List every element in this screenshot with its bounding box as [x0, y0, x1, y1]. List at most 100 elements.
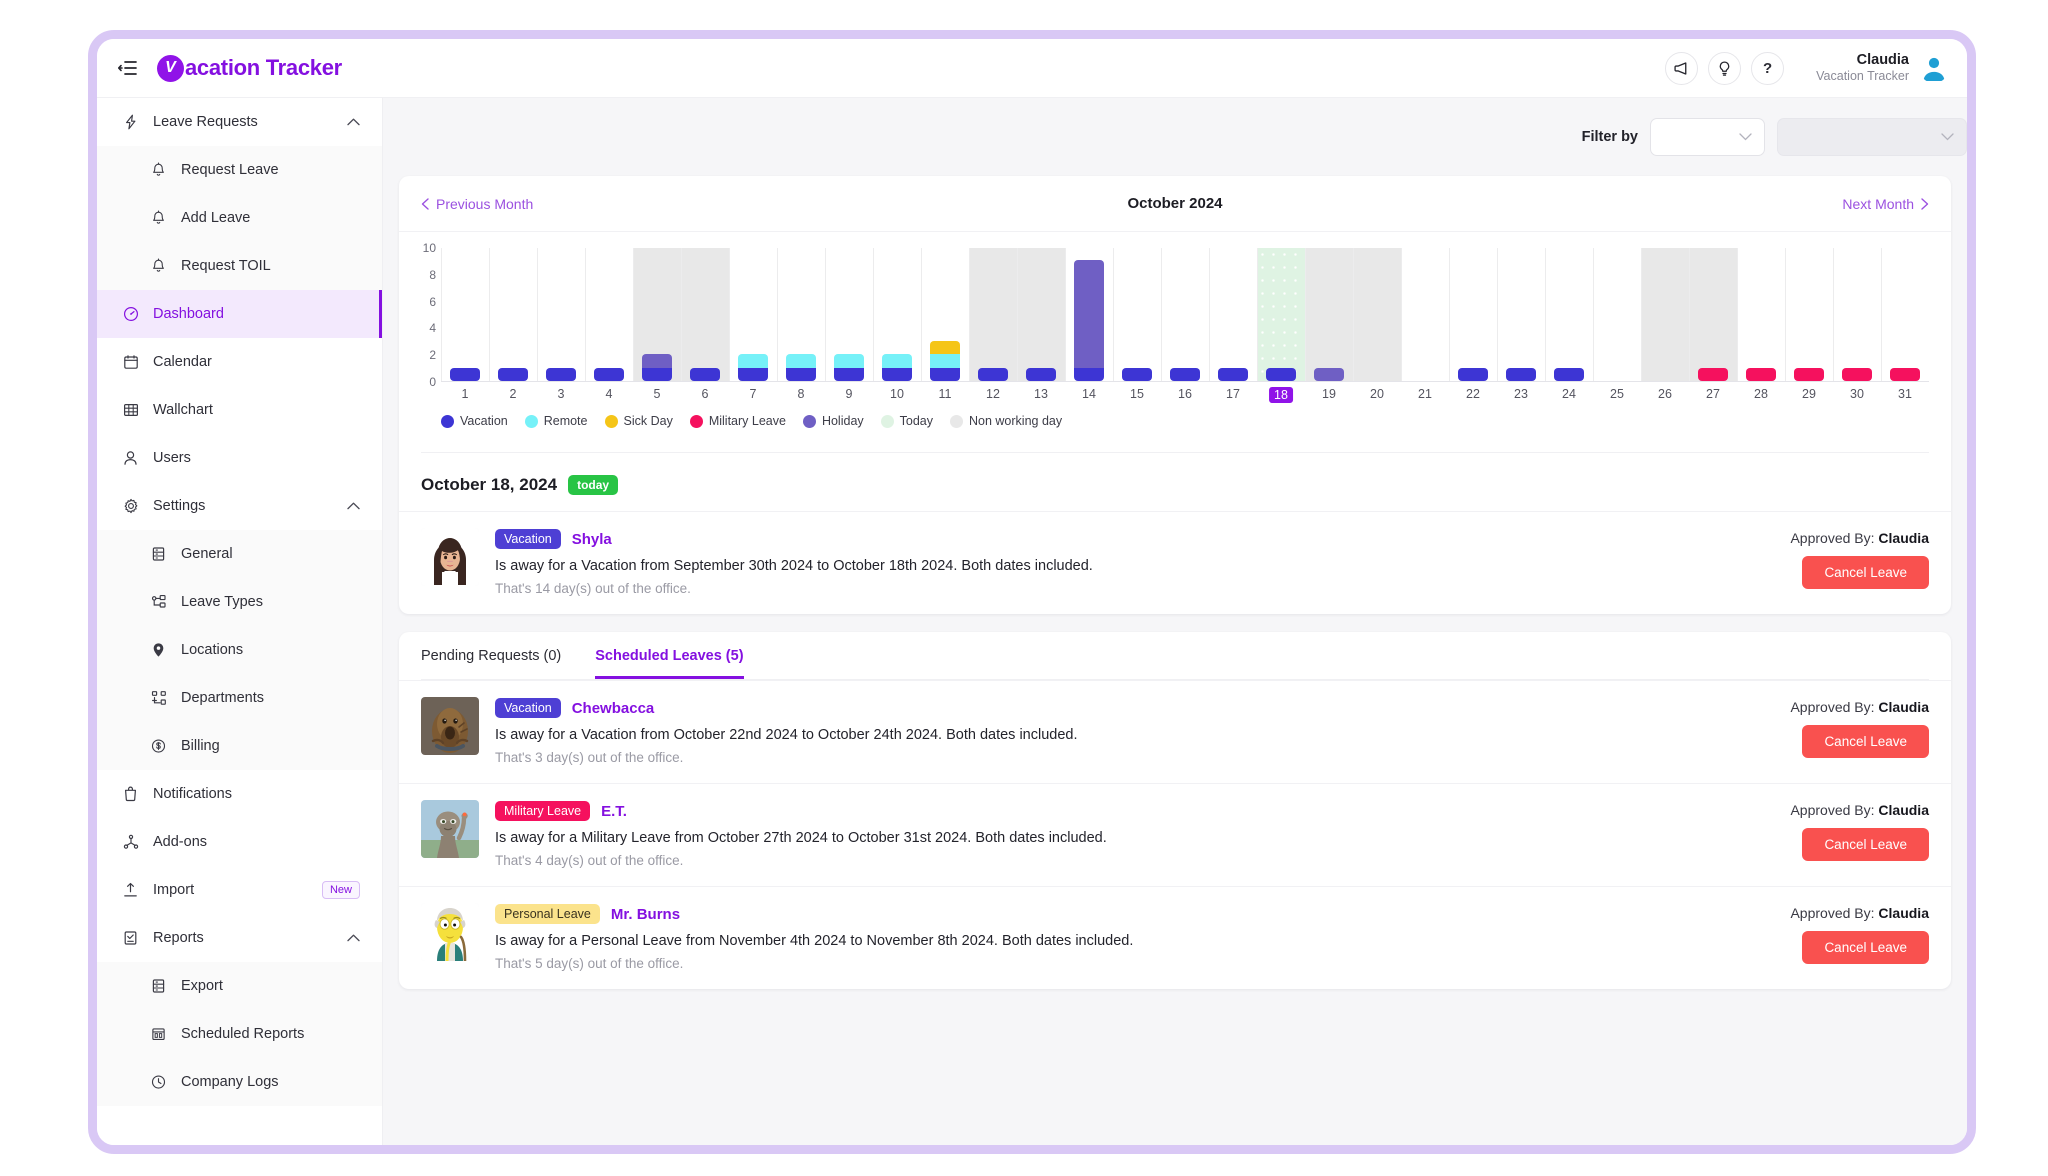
day-bar[interactable]: [1506, 367, 1536, 381]
sidebar-item-scheduled-reports[interactable]: Scheduled Reports: [97, 1010, 382, 1058]
day-bar[interactable]: [1794, 367, 1824, 381]
day-bar[interactable]: [1842, 367, 1872, 381]
sidebar-item-label: Calendar: [153, 354, 212, 370]
day-bar[interactable]: [978, 367, 1008, 381]
sidebar-item-locations[interactable]: Locations: [97, 626, 382, 674]
day-bar[interactable]: [1122, 367, 1152, 381]
sidebar-item-billing[interactable]: Billing: [97, 722, 382, 770]
approved-by-label: Approved By:: [1790, 802, 1875, 818]
sidebar-item-add-ons[interactable]: Add-ons: [97, 818, 382, 866]
sidebar-item-request-leave[interactable]: Request Leave: [97, 146, 382, 194]
day-bar[interactable]: [882, 354, 912, 381]
day-bar[interactable]: [498, 367, 528, 381]
lightbulb-icon[interactable]: [1708, 51, 1742, 85]
day-bar[interactable]: [1890, 367, 1920, 381]
cancel-leave-button[interactable]: Cancel Leave: [1802, 931, 1929, 964]
gridline: [489, 248, 490, 381]
list-box-icon: [149, 978, 168, 994]
day-bar[interactable]: [642, 354, 672, 381]
chevron-up-icon[interactable]: [347, 502, 360, 510]
sidebar-item-request-toil[interactable]: Request TOIL: [97, 242, 382, 290]
gear-icon: [121, 498, 140, 514]
legend-item[interactable]: Military Leave: [689, 414, 786, 428]
x-axis-tick: 9: [845, 387, 853, 401]
cancel-leave-button[interactable]: Cancel Leave: [1802, 828, 1929, 861]
day-bar[interactable]: [1170, 367, 1200, 381]
leave-user-name[interactable]: Mr. Burns: [611, 906, 680, 923]
gridline: [1641, 248, 1642, 381]
sidebar-item-general[interactable]: General: [97, 530, 382, 578]
leave-user-name[interactable]: Chewbacca: [572, 700, 655, 717]
sidebar-item-calendar[interactable]: Calendar: [97, 338, 382, 386]
day-bar[interactable]: [594, 367, 624, 381]
leave-user-name[interactable]: Shyla: [572, 531, 612, 548]
sidebar-item-notifications[interactable]: Notifications: [97, 770, 382, 818]
day-bar[interactable]: [1074, 260, 1104, 381]
user-menu[interactable]: Claudia Vacation Tracker: [1816, 51, 1949, 85]
sidebar-item-export[interactable]: Export: [97, 962, 382, 1010]
sidebar-item-import[interactable]: Import New: [97, 866, 382, 914]
gridline: [441, 248, 442, 381]
x-axis-tick: 28: [1754, 387, 1768, 401]
avatar[interactable]: [1919, 53, 1949, 83]
legend-item[interactable]: Non working day: [950, 414, 1062, 428]
tab-pending[interactable]: Pending Requests (0): [421, 648, 561, 679]
sidebar-item-label: Reports: [153, 930, 204, 946]
approved-by: Approved By: Claudia: [1790, 699, 1929, 715]
previous-month-button[interactable]: Previous Month: [421, 196, 533, 212]
legend-item[interactable]: Today: [880, 414, 933, 428]
megaphone-icon[interactable]: [1665, 51, 1699, 85]
day-bar[interactable]: [930, 340, 960, 381]
day-bar[interactable]: [1314, 367, 1344, 381]
org-chart-icon: [149, 690, 168, 706]
bell-outline-icon: [121, 786, 140, 802]
day-bar[interactable]: [786, 354, 816, 381]
next-month-button[interactable]: Next Month: [1842, 196, 1929, 212]
question-mark-icon[interactable]: ?: [1751, 51, 1785, 85]
x-axis-tick: 31: [1898, 387, 1912, 401]
sidebar-item-leave-requests[interactable]: Leave Requests: [97, 98, 382, 146]
bar-segment-holiday: [1074, 260, 1104, 368]
chevron-up-icon[interactable]: [347, 118, 360, 126]
day-bar[interactable]: [1554, 367, 1584, 381]
collapse-sidebar-icon[interactable]: [113, 54, 141, 82]
sidebar-item-dashboard[interactable]: Dashboard: [97, 290, 382, 338]
brand-logo[interactable]: V acation Tracker: [157, 54, 342, 82]
legend-item[interactable]: Remote: [524, 414, 588, 428]
cancel-leave-button[interactable]: Cancel Leave: [1802, 556, 1929, 589]
bar-segment-military-leave: [1842, 367, 1872, 381]
day-bar[interactable]: [1746, 367, 1776, 381]
sidebar-item-wallchart[interactable]: Wallchart: [97, 386, 382, 434]
leave-user-name[interactable]: E.T.: [601, 803, 627, 820]
sidebar-item-label: Wallchart: [153, 402, 213, 418]
sidebar-item-departments[interactable]: Departments: [97, 674, 382, 722]
sidebar-item-add-leave[interactable]: Add Leave: [97, 194, 382, 242]
day-bar[interactable]: [450, 367, 480, 381]
sidebar-item-company-logs[interactable]: Company Logs: [97, 1058, 382, 1106]
sidebar-item-settings[interactable]: Settings: [97, 482, 382, 530]
bell-icon: [149, 210, 168, 226]
chevron-up-icon[interactable]: [347, 934, 360, 942]
sidebar-item-reports[interactable]: Reports: [97, 914, 382, 962]
sidebar-item-leave-types[interactable]: Leave Types: [97, 578, 382, 626]
tab-scheduled[interactable]: Scheduled Leaves (5): [595, 648, 744, 679]
day-bar[interactable]: [546, 367, 576, 381]
sidebar-item-users[interactable]: Users: [97, 434, 382, 482]
day-bar[interactable]: [690, 367, 720, 381]
leave-description: Is away for a Vacation from September 30…: [495, 558, 1093, 574]
filter-select-value[interactable]: [1777, 118, 1967, 156]
day-bar[interactable]: [1698, 367, 1728, 381]
filter-select-type[interactable]: [1650, 118, 1765, 156]
day-bar[interactable]: [834, 354, 864, 381]
x-axis-tick: 27: [1706, 387, 1720, 401]
day-bar[interactable]: [1026, 367, 1056, 381]
day-bar[interactable]: [1218, 367, 1248, 381]
day-bar[interactable]: [738, 354, 768, 381]
legend-item[interactable]: Vacation: [441, 414, 508, 428]
leave-description: Is away for a Military Leave from Octobe…: [495, 830, 1107, 846]
day-bar[interactable]: [1266, 367, 1296, 381]
legend-item[interactable]: Holiday: [802, 414, 864, 428]
cancel-leave-button[interactable]: Cancel Leave: [1802, 725, 1929, 758]
legend-item[interactable]: Sick Day: [604, 414, 673, 428]
day-bar[interactable]: [1458, 367, 1488, 381]
